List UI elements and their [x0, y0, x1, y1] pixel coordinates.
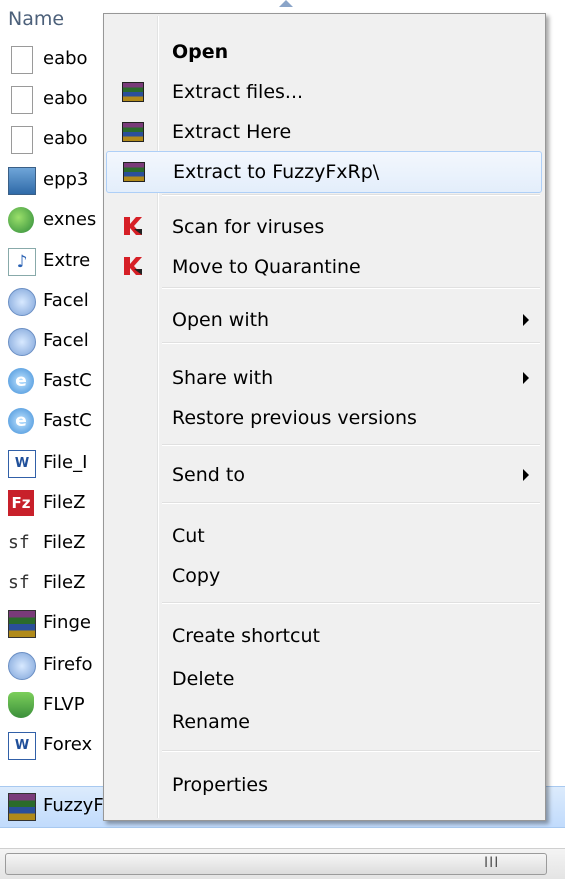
menu-item-label: Send to — [172, 464, 245, 486]
file-name: eabo — [43, 88, 88, 109]
menu-item-label: Restore previous versions — [172, 407, 417, 429]
file-name: exnes — [43, 209, 97, 230]
menu-separator — [162, 750, 540, 752]
column-header-name[interactable]: Name — [8, 8, 64, 30]
word-doc-icon: W — [8, 450, 36, 478]
menu-item-label: Delete — [172, 668, 235, 690]
menu-item-properties[interactable]: Properties — [106, 765, 543, 805]
sf-icon: sf — [8, 572, 30, 593]
ie-icon: e — [8, 408, 34, 434]
menu-item-label: Copy — [172, 565, 221, 587]
sort-ascending-icon — [279, 0, 293, 7]
setup-icon — [8, 652, 36, 680]
ie-icon: e — [8, 368, 34, 394]
menu-item-rename[interactable]: Rename — [106, 702, 543, 742]
file-name: Firefo — [43, 654, 93, 675]
menu-item-move-to-quarantine[interactable]: Move to Quarantine — [106, 247, 543, 287]
menu-separator — [162, 602, 540, 604]
submenu-arrow-icon — [523, 314, 529, 326]
file-name: Finge — [43, 612, 91, 633]
winrar-icon — [122, 82, 144, 102]
menu-item-label: Extract to FuzzyFxRp\ — [173, 161, 380, 183]
menu-item-label: Extract files... — [172, 81, 304, 103]
file-name: FLVP — [43, 694, 85, 715]
menu-item-delete[interactable]: Delete — [106, 659, 543, 699]
menu-separator — [162, 342, 540, 344]
scrollbar-grip-icon: III — [484, 855, 500, 871]
menu-item-label: Properties — [172, 774, 269, 796]
winrar-icon — [123, 162, 145, 182]
winrar-icon — [122, 122, 144, 142]
scrollbar-thumb[interactable]: III — [5, 853, 547, 875]
menu-item-open[interactable]: Open — [106, 32, 543, 72]
menu-item-scan-for-viruses[interactable]: Scan for viruses — [106, 207, 543, 247]
winrar-icon — [8, 610, 36, 638]
menu-item-extract-files[interactable]: Extract files... — [106, 72, 543, 112]
document-icon — [11, 126, 33, 154]
file-name: FastC — [43, 410, 92, 431]
menu-item-send-to[interactable]: Send to — [106, 455, 543, 495]
horizontal-scrollbar[interactable]: III — [0, 848, 565, 879]
menu-item-label: Open with — [172, 309, 270, 331]
menu-separator — [162, 194, 540, 196]
menu-separator — [162, 287, 540, 289]
file-name: eabo — [43, 128, 88, 149]
filezilla-icon: Fz — [8, 490, 34, 516]
setup-icon — [8, 288, 36, 316]
file-name: Forex — [43, 734, 93, 755]
menu-item-open-with[interactable]: Open with — [106, 300, 543, 340]
kaspersky-icon — [122, 255, 144, 277]
menu-item-cut[interactable]: Cut — [106, 516, 543, 556]
context-menu: Open Extract files... Extract Here Extract … — [103, 13, 546, 821]
file-name: File_I — [43, 452, 88, 473]
globe-icon — [8, 207, 34, 233]
document-icon — [11, 46, 33, 74]
submenu-arrow-icon — [523, 372, 529, 384]
sf-icon: sf — [8, 532, 30, 553]
menu-separator — [162, 502, 540, 504]
menu-item-label: Rename — [172, 711, 250, 733]
file-name: FileZ — [43, 492, 86, 513]
file-name: FastC — [43, 370, 92, 391]
winrar-icon — [8, 793, 36, 821]
kaspersky-icon — [122, 215, 144, 237]
file-name: Facel — [43, 330, 89, 351]
submenu-arrow-icon — [523, 469, 529, 481]
file-name: Extre — [43, 250, 91, 271]
file-name: FileZ — [43, 532, 86, 553]
shield-icon — [8, 692, 34, 718]
menu-item-label: Move to Quarantine — [172, 256, 361, 278]
file-name: FileZ — [43, 572, 86, 593]
menu-item-label: Share with — [172, 367, 274, 389]
setup-icon — [8, 328, 36, 356]
file-name: epp3 — [43, 169, 89, 190]
menu-item-share-with[interactable]: Share with — [106, 358, 543, 398]
menu-item-extract-here[interactable]: Extract Here — [106, 112, 543, 152]
exe-icon — [8, 167, 36, 195]
menu-item-label: Scan for viruses — [172, 216, 325, 238]
menu-item-restore-previous-versions[interactable]: Restore previous versions — [106, 398, 543, 438]
menu-separator — [162, 444, 540, 446]
menu-item-copy[interactable]: Copy — [106, 556, 543, 596]
menu-item-label: Extract Here — [172, 121, 292, 143]
audio-file-icon: ♪ — [8, 248, 36, 276]
menu-item-label: Open — [172, 41, 229, 63]
menu-item-extract-to-fuzzyfxrp[interactable]: Extract to FuzzyFxRp\ — [106, 151, 542, 193]
document-icon — [11, 86, 33, 114]
menu-item-label: Create shortcut — [172, 625, 320, 647]
menu-item-label: Cut — [172, 525, 205, 547]
file-name: eabo — [43, 48, 88, 69]
word-doc-icon: W — [8, 732, 36, 760]
file-name: Facel — [43, 290, 89, 311]
menu-item-create-shortcut[interactable]: Create shortcut — [106, 616, 543, 656]
